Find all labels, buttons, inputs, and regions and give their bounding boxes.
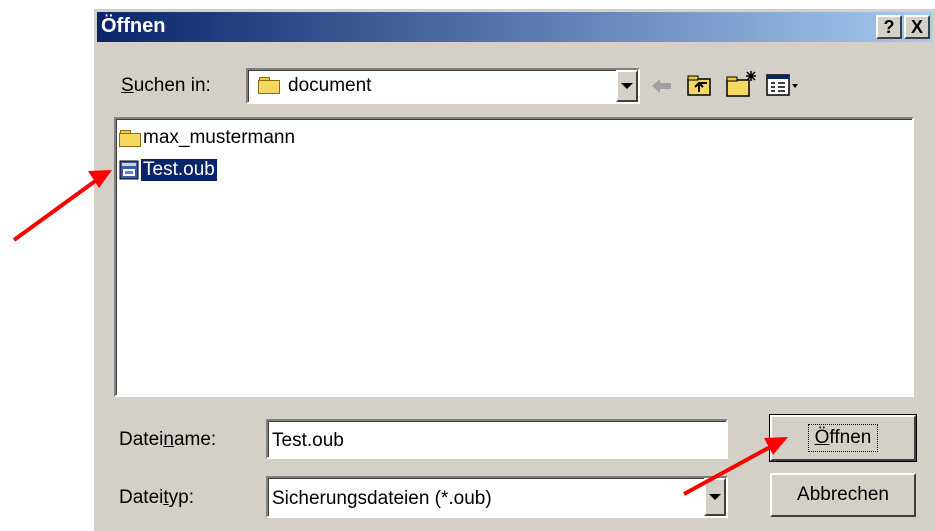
chevron-down-icon[interactable]	[704, 478, 726, 516]
open-button-label: Öffnen	[807, 424, 879, 452]
dialog-title: Öffnen	[101, 15, 166, 37]
look-in-label: Suchen in:	[121, 75, 211, 96]
chevron-down-icon[interactable]	[616, 70, 638, 102]
document-file-icon	[119, 160, 139, 180]
look-in-dropdown[interactable]: document	[246, 68, 640, 104]
open-dialog: Öffnen ? X Suchen in: document max_muste…	[93, 8, 935, 531]
filetype-dropdown[interactable]: Sicherungsdateien (*.oub)	[266, 476, 728, 518]
look-in-value: document	[288, 75, 372, 96]
filename-value: Test.oub	[272, 430, 344, 451]
list-item[interactable]: max_mustermann	[119, 127, 295, 149]
close-button[interactable]: X	[904, 15, 930, 39]
folder-icon	[119, 130, 141, 147]
help-button[interactable]: ?	[876, 15, 902, 39]
new-folder-icon[interactable]	[725, 69, 759, 99]
list-item-selected[interactable]: Test.oub	[119, 158, 218, 182]
title-bar[interactable]: Öffnen ? X	[97, 12, 932, 42]
open-button[interactable]: Öffnen	[769, 414, 917, 462]
file-name: max_mustermann	[143, 127, 296, 148]
file-list[interactable]: max_mustermann Test.oub	[114, 117, 914, 397]
cancel-button[interactable]: Abbrechen	[770, 473, 916, 517]
cancel-button-label: Abbrechen	[797, 484, 889, 505]
filetype-value: Sicherungsdateien (*.oub)	[272, 488, 492, 509]
back-arrow-icon[interactable]	[649, 75, 675, 97]
filename-label: Dateiname:	[119, 429, 217, 450]
file-name: Test.oub	[140, 158, 218, 182]
up-folder-icon[interactable]	[685, 73, 715, 99]
view-menu-icon[interactable]	[765, 72, 801, 98]
filetype-label: Dateityp:	[119, 487, 194, 508]
filename-input[interactable]: Test.oub	[266, 419, 728, 459]
folder-icon	[258, 77, 280, 94]
